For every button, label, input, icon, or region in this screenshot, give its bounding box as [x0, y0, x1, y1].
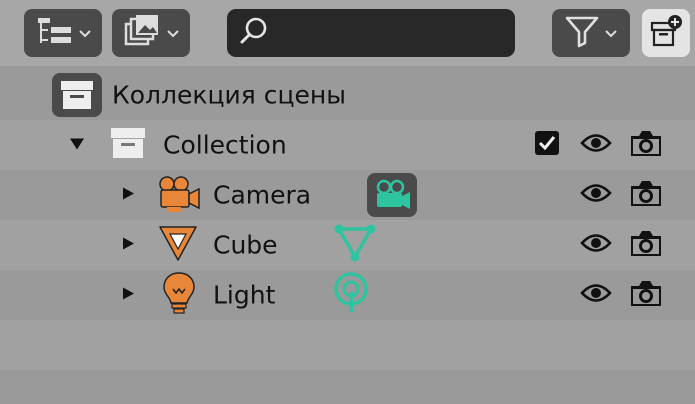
image-gallery-icon [122, 14, 162, 52]
object-row-cube[interactable]: Cube [0, 220, 695, 270]
filter-mode-button[interactable] [112, 9, 190, 57]
search-input[interactable] [277, 21, 501, 45]
light-object-icon [161, 271, 197, 319]
object-row-camera[interactable]: Camera [0, 170, 695, 220]
scene-collection-icon [52, 73, 102, 117]
chevron-down-icon [78, 24, 92, 43]
eye-icon[interactable] [580, 232, 612, 258]
camera-object-icon [157, 173, 201, 217]
light-data-icon[interactable] [332, 272, 370, 318]
eye-icon[interactable] [580, 132, 612, 158]
expand-triangle-right-icon[interactable] [121, 286, 135, 305]
outliner-header [0, 0, 695, 66]
search-icon [239, 16, 269, 50]
empty-row [0, 370, 695, 404]
mesh-data-icon[interactable] [333, 223, 377, 267]
scene-collection-label: Коллекция сцены [112, 80, 346, 110]
camera-render-icon[interactable] [629, 178, 663, 212]
object-label-cube: Cube [213, 230, 278, 260]
exclude-checkbox[interactable] [534, 130, 560, 160]
camera-render-icon[interactable] [629, 278, 663, 312]
eye-icon[interactable] [580, 282, 612, 308]
empty-row [0, 320, 695, 370]
expand-triangle-right-icon[interactable] [121, 186, 135, 205]
collection-icon [108, 125, 148, 165]
object-row-light[interactable]: Light [0, 270, 695, 320]
collection-row[interactable]: Collection [0, 120, 695, 170]
mesh-object-icon [157, 223, 199, 267]
outliner-tree-icon [34, 15, 74, 51]
filter-button[interactable] [552, 9, 630, 57]
camera-render-icon[interactable] [629, 128, 663, 162]
collection-label: Collection [163, 130, 287, 160]
scene-collection-row[interactable]: Коллекция сцены [0, 70, 695, 120]
funnel-icon [564, 14, 600, 52]
camera-data-icon[interactable] [367, 173, 417, 217]
camera-render-icon[interactable] [629, 228, 663, 262]
display-mode-button[interactable] [24, 9, 102, 57]
chevron-down-icon [166, 24, 180, 43]
object-label-light: Light [213, 280, 276, 310]
new-collection-icon [649, 14, 683, 52]
object-label-camera: Camera [213, 180, 312, 210]
new-collection-button[interactable] [642, 9, 690, 57]
search-field[interactable] [227, 9, 515, 57]
chevron-down-icon [604, 24, 618, 43]
eye-icon[interactable] [580, 182, 612, 208]
expand-triangle-down-icon[interactable] [69, 136, 85, 155]
expand-triangle-right-icon[interactable] [121, 236, 135, 255]
